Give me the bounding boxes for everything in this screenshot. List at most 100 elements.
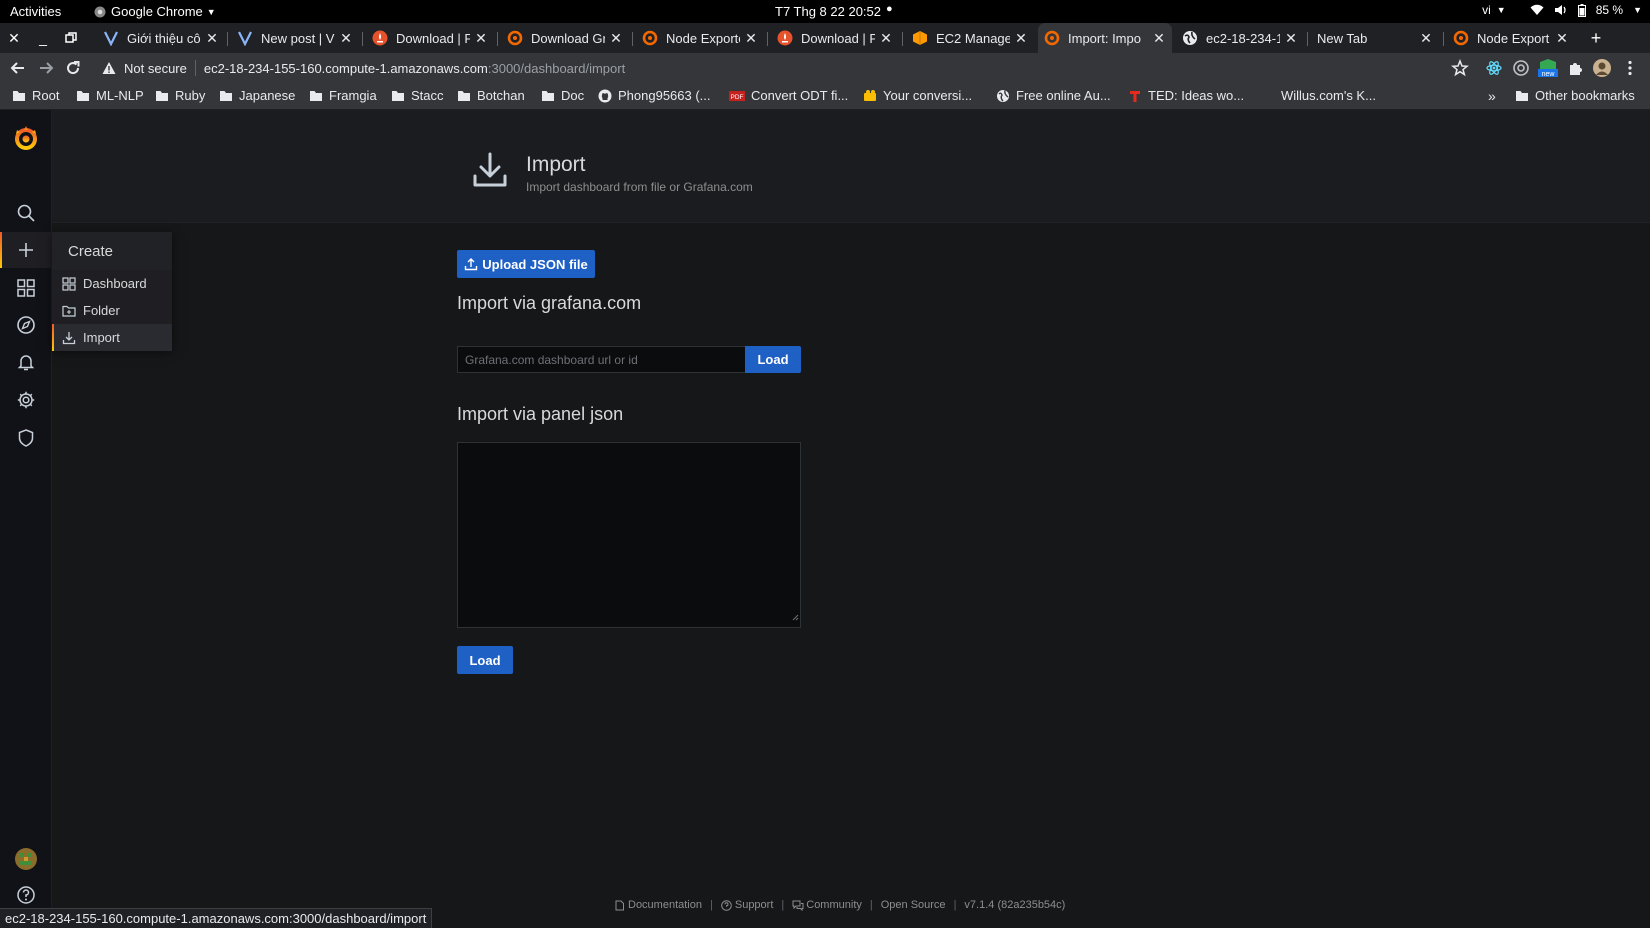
server-admin-button[interactable] — [0, 420, 52, 456]
bookmarks-overflow-button[interactable]: » — [1488, 88, 1496, 104]
bookmark-folder[interactable]: ML-NLP — [76, 88, 144, 103]
volume-icon[interactable] — [1554, 4, 1568, 16]
comments-icon — [792, 900, 804, 911]
documentation-link[interactable]: Documentation — [614, 899, 702, 911]
battery-icon[interactable] — [1577, 3, 1586, 17]
bookmark-link[interactable]: TED: Ideas wo... — [1128, 88, 1244, 103]
back-arrow-icon[interactable] — [8, 58, 28, 78]
address-bar[interactable]: Not secure ec2-18-234-155-160.compute-1.… — [94, 56, 1464, 80]
bell-icon — [16, 352, 36, 372]
language-indicator[interactable]: vi ▼ — [1482, 3, 1506, 17]
bookmark-folder[interactable]: Root — [12, 88, 59, 103]
grafana-com-url-input[interactable]: Grafana.com dashboard url or id — [457, 346, 746, 373]
browser-tab[interactable]: Download | P ✕ — [771, 23, 899, 53]
url-path: :3000/dashboard/import — [487, 60, 626, 76]
new-extension-icon[interactable]: new — [1537, 58, 1558, 78]
explore-button[interactable] — [0, 307, 52, 343]
app-name: Google Chrome — [111, 4, 203, 19]
browser-tab[interactable]: EC2 Managem ✕ — [906, 23, 1034, 53]
create-menu-header[interactable]: Create — [52, 232, 172, 270]
panel-json-section-title: Import via panel json — [457, 404, 624, 424]
tab-close-icon[interactable]: ✕ — [1014, 31, 1028, 45]
browser-tab[interactable]: Node Exporte ✕ — [636, 23, 764, 53]
bookmark-link[interactable]: PDF Convert ODT fi... — [729, 88, 848, 103]
browser-tab-active[interactable]: Import: Impo ✕ — [1038, 23, 1172, 53]
bookmark-link[interactable]: Willus.com's K... — [1281, 88, 1376, 103]
tab-close-icon[interactable]: ✕ — [1284, 31, 1298, 45]
bookmark-folder[interactable]: Japanese — [219, 88, 295, 103]
browser-tab[interactable]: Download | P ✕ — [366, 23, 494, 53]
security-label: Not secure — [124, 60, 187, 76]
app-menu[interactable]: Google Chrome ▼ — [94, 4, 216, 19]
grafana-com-section-title: Import via grafana.com — [457, 293, 642, 313]
resize-handle-icon[interactable] — [791, 608, 799, 626]
tab-close-icon[interactable]: ✕ — [1152, 31, 1166, 45]
bookmark-folder[interactable]: Doc — [541, 88, 584, 103]
warning-icon[interactable] — [102, 61, 116, 75]
browser-tab[interactable]: New post | Vi ✕ — [231, 23, 359, 53]
clock[interactable]: T7 Thg 8 22 20:52 — [775, 4, 881, 19]
create-menu-button[interactable] — [0, 232, 52, 268]
tab-close-icon[interactable]: ✕ — [339, 31, 353, 45]
forward-arrow-icon[interactable] — [36, 58, 56, 78]
viblo-icon — [103, 30, 119, 46]
create-dashboard-item[interactable]: Dashboard — [52, 270, 172, 297]
react-devtools-icon[interactable] — [1484, 58, 1504, 78]
bookmark-folder[interactable]: Ruby — [155, 88, 205, 103]
tab-close-icon[interactable]: ✕ — [609, 31, 623, 45]
window-minimize-icon[interactable]: _ — [34, 29, 52, 47]
tab-close-icon[interactable]: ✕ — [744, 31, 758, 45]
target-extension-icon[interactable] — [1511, 58, 1531, 78]
other-bookmarks-folder[interactable]: Other bookmarks — [1515, 88, 1635, 103]
tab-close-icon[interactable]: ✕ — [1419, 31, 1433, 45]
dashboards-button[interactable] — [0, 270, 52, 306]
bookmark-folder[interactable]: Stacc — [391, 88, 444, 103]
tab-close-icon[interactable]: ✕ — [879, 31, 893, 45]
caret-down-icon[interactable]: ▼ — [1633, 5, 1642, 15]
browser-tab[interactable]: ec2-18-234-15 ✕ — [1176, 23, 1304, 53]
search-button[interactable] — [0, 195, 52, 231]
grafana-com-load-button[interactable]: Load — [745, 346, 801, 373]
alerting-button[interactable] — [0, 344, 52, 380]
tab-strip: ✕ _ Giới thiệu cô ✕ New post | Vi ✕ Down… — [0, 23, 1650, 53]
globe-icon — [1182, 30, 1198, 46]
panel-json-load-button[interactable]: Load — [457, 646, 513, 674]
tab-close-icon[interactable]: ✕ — [1555, 31, 1569, 45]
svg-text:new: new — [1542, 71, 1556, 78]
plus-icon — [16, 240, 36, 260]
upload-json-button[interactable]: Upload JSON file — [457, 250, 595, 278]
notification-dot-icon: ● — [886, 3, 893, 15]
browser-tab[interactable]: New Tab ✕ — [1311, 23, 1439, 53]
activities-button[interactable]: Activities — [10, 4, 61, 19]
community-link[interactable]: Community — [792, 899, 862, 911]
new-tab-button[interactable]: + — [1586, 28, 1606, 48]
browser-tab[interactable]: Giới thiệu cô ✕ — [97, 23, 225, 53]
kebab-menu-icon[interactable] — [1620, 58, 1640, 78]
window-close-icon[interactable]: ✕ — [5, 29, 23, 47]
folder-icon — [391, 89, 405, 103]
tab-close-icon[interactable]: ✕ — [474, 31, 488, 45]
configuration-button[interactable] — [0, 382, 52, 418]
extensions-puzzle-icon[interactable] — [1566, 58, 1586, 78]
create-folder-item[interactable]: Folder — [52, 297, 172, 324]
bookmark-star-icon[interactable] — [1450, 58, 1470, 78]
browser-tab[interactable]: Download Gr ✕ — [501, 23, 629, 53]
bookmark-link[interactable]: Phong95663 (... — [598, 88, 711, 103]
bookmark-folder[interactable]: Framgia — [309, 88, 377, 103]
wifi-icon[interactable] — [1530, 4, 1544, 16]
os-top-bar: Activities Google Chrome ▼ T7 Thg 8 22 2… — [0, 0, 1650, 23]
open-source-link[interactable]: Open Source — [881, 899, 946, 911]
bookmark-link[interactable]: Free online Au... — [996, 88, 1111, 103]
panel-json-textarea[interactable] — [457, 442, 801, 628]
profile-button[interactable] — [0, 841, 52, 877]
tab-close-icon[interactable]: ✕ — [205, 31, 219, 45]
bookmark-folder[interactable]: Botchan — [457, 88, 525, 103]
browser-tab[interactable]: Node Export ✕ — [1447, 23, 1575, 53]
window-restore-icon[interactable] — [62, 29, 80, 47]
create-import-item[interactable]: Import — [52, 324, 172, 351]
reload-icon[interactable] — [63, 58, 83, 78]
bookmark-link[interactable]: Your conversi... — [863, 88, 972, 103]
grafana-logo[interactable] — [0, 120, 52, 156]
support-link[interactable]: Support — [721, 899, 773, 911]
profile-avatar-icon[interactable] — [1592, 58, 1612, 78]
